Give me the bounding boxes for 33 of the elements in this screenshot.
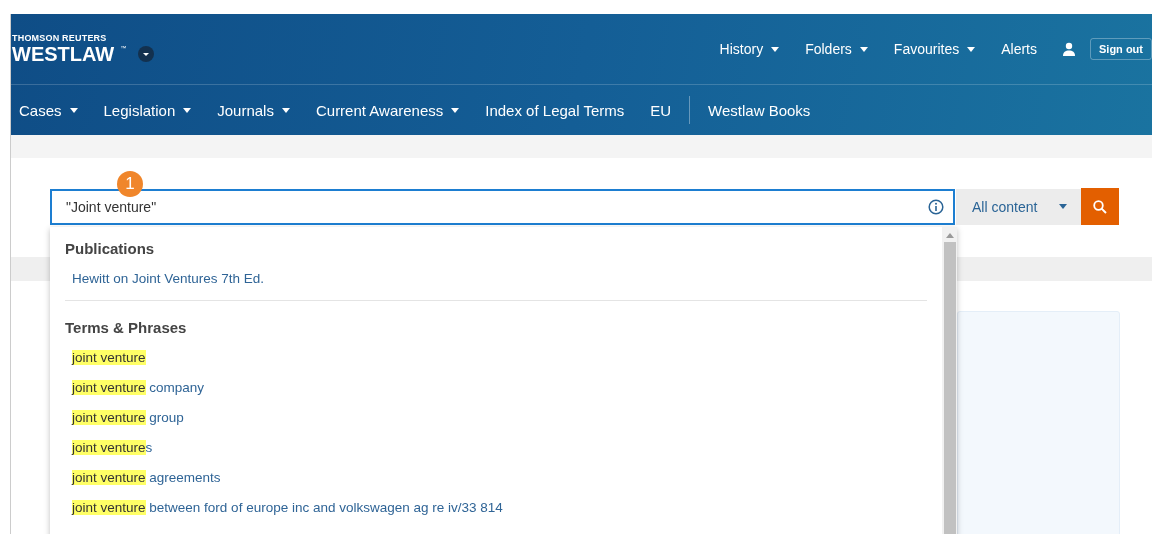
nav-link[interactable]: Favourites xyxy=(880,41,989,57)
logo[interactable]: WESTLAW xyxy=(12,43,115,65)
nav-link[interactable]: Folders xyxy=(792,41,881,57)
nav-tab[interactable]: Cases xyxy=(11,101,86,119)
sign-out-button[interactable]: Sign out xyxy=(1090,38,1152,60)
suggestion-link[interactable]: joint venture xyxy=(65,343,927,373)
suggestion-link[interactable]: joint venture group xyxy=(65,403,927,433)
suggestion-link[interactable]: joint venture agreements xyxy=(65,463,927,493)
user-icon[interactable] xyxy=(1062,42,1076,56)
suggestion-link[interactable]: joint venture company xyxy=(65,373,927,403)
nav-link[interactable]: Alerts xyxy=(988,41,1050,57)
scope-dropdown[interactable]: All content xyxy=(956,188,1081,225)
suggestion-link[interactable]: Hewitt on Joint Ventures 7th Ed. xyxy=(65,264,927,294)
nav-tab[interactable]: Index of Legal Terms xyxy=(477,101,633,119)
dropdown-icon[interactable] xyxy=(138,46,155,62)
section-heading: Terms & Phrases xyxy=(65,318,188,338)
info-icon[interactable] xyxy=(928,199,944,215)
brand-name: THOMSON REUTERS xyxy=(12,33,108,43)
nav-tab[interactable]: Legislation xyxy=(95,101,200,119)
nav-tab[interactable]: Westlaw Books xyxy=(700,101,819,119)
search-icon xyxy=(1093,199,1107,214)
suggestion-link[interactable]: joint ventures xyxy=(65,433,927,463)
search-field[interactable]: "Joint venture" xyxy=(50,188,955,225)
step-badge: 1 xyxy=(117,171,143,197)
nav-tab[interactable]: Current Awareness xyxy=(307,101,468,119)
nav-tab[interactable]: EU xyxy=(642,101,680,119)
search-button[interactable] xyxy=(1081,188,1119,225)
suggestion-link[interactable]: joint venture between ford of europe inc and volkswagen ag re iv/33 814 xyxy=(65,493,927,523)
nav-tab[interactable]: Journals xyxy=(209,101,298,119)
scrollbar[interactable] xyxy=(942,227,957,534)
nav-link[interactable]: History xyxy=(706,41,793,57)
caret-icon xyxy=(1059,204,1067,209)
section-heading: Publications xyxy=(65,239,156,259)
